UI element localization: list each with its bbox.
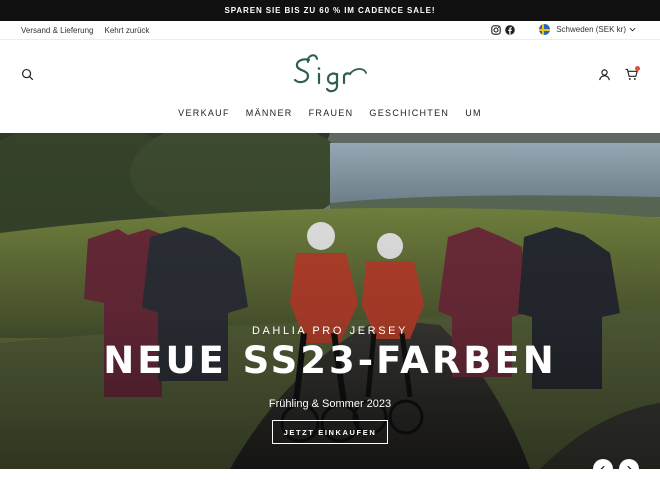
shipping-link[interactable]: Versand & Lieferung bbox=[21, 26, 94, 35]
shop-now-button[interactable]: JETZT EINKAUFEN bbox=[271, 420, 389, 444]
hero-eyebrow: DAHLIA PRO JERSEY bbox=[251, 325, 409, 337]
nav-item-men[interactable]: MÄNNER bbox=[246, 108, 293, 118]
site-header: VERKAUF MÄNNER FRAUEN GESCHICHTEN UM bbox=[0, 40, 660, 133]
hero-title: NEUE SS23-FARBEN bbox=[103, 339, 557, 382]
returns-link[interactable]: Kehrt zurück bbox=[105, 26, 150, 35]
facebook-icon[interactable] bbox=[505, 24, 515, 35]
nav-item-women[interactable]: FRAUEN bbox=[309, 108, 354, 118]
search-icon[interactable] bbox=[21, 68, 34, 81]
nav-item-about[interactable]: UM bbox=[465, 108, 482, 118]
hero-copy: DAHLIA PRO JERSEY NEUE SS23-FARBEN Frühl… bbox=[0, 325, 660, 444]
utility-right: Schweden (SEK kr) bbox=[491, 24, 636, 35]
currency-label: Schweden (SEK kr) bbox=[556, 25, 626, 34]
cart-badge bbox=[635, 66, 640, 71]
chevron-down-icon bbox=[629, 26, 636, 33]
main-nav: VERKAUF MÄNNER FRAUEN GESCHICHTEN UM bbox=[0, 108, 660, 118]
hero-banner[interactable]: DAHLIA PRO JERSEY NEUE SS23-FARBEN Frühl… bbox=[0, 133, 660, 469]
nav-item-stories[interactable]: GESCHICHTEN bbox=[369, 108, 449, 118]
hero-subtitle: Frühling & Sommer 2023 bbox=[268, 398, 392, 410]
promo-banner[interactable]: SPAREN SIE BIS ZU 60 % IM CADENCE SALE! bbox=[0, 0, 660, 21]
brand-logo[interactable] bbox=[288, 50, 376, 98]
utility-links: Versand & Lieferung Kehrt zurück bbox=[21, 26, 149, 35]
user-icon[interactable] bbox=[598, 68, 611, 81]
currency-selector[interactable]: Schweden (SEK kr) bbox=[556, 25, 636, 34]
cart-icon[interactable] bbox=[625, 66, 640, 81]
nav-item-sale[interactable]: VERKAUF bbox=[178, 108, 230, 118]
instagram-icon[interactable] bbox=[491, 24, 501, 35]
promo-text[interactable]: SPAREN SIE BIS ZU 60 % IM CADENCE SALE! bbox=[225, 6, 436, 15]
utility-bar: Versand & Lieferung Kehrt zurück Schwede… bbox=[0, 21, 660, 40]
sweden-flag-icon bbox=[539, 24, 551, 35]
